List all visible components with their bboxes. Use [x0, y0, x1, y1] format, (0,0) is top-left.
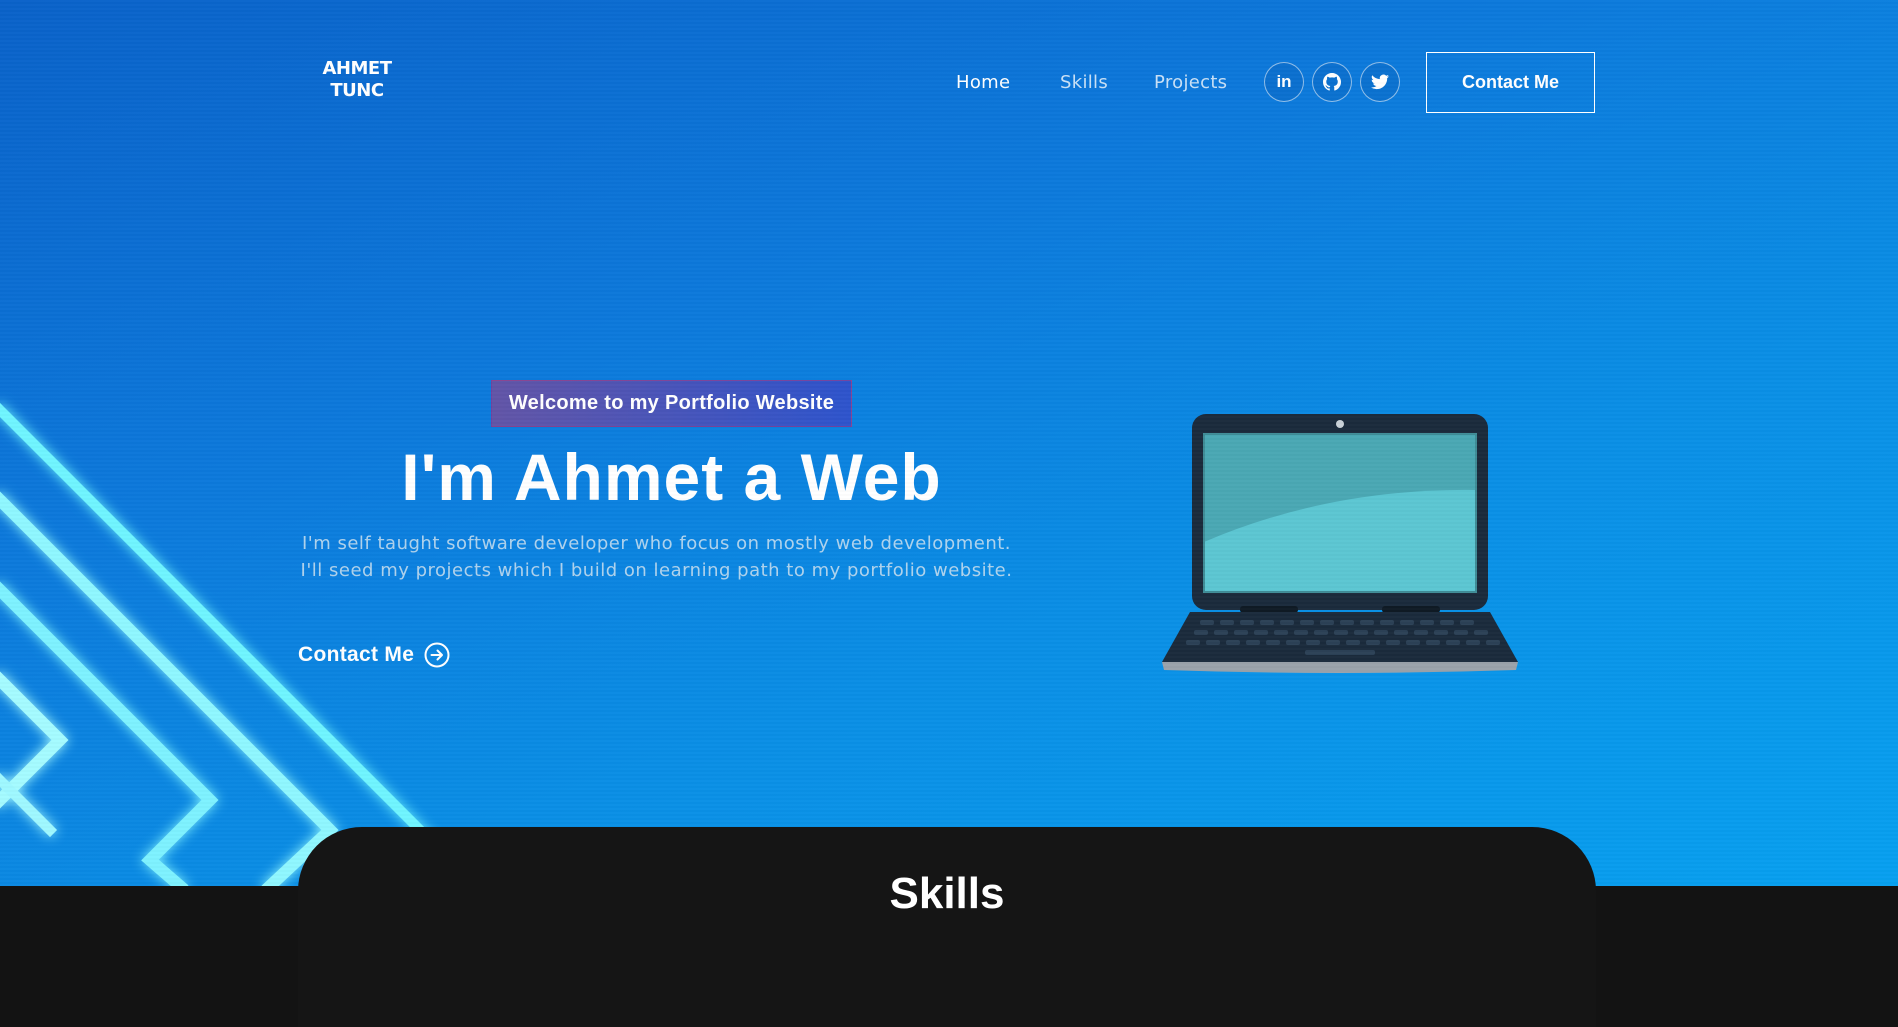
github-link[interactable] — [1312, 62, 1352, 102]
brand-logo-line1: AHMET — [322, 58, 392, 79]
nav-item-home[interactable]: Home — [956, 72, 1010, 93]
skills-title: Skills — [889, 869, 1005, 918]
nav-item-skills[interactable]: Skills — [1060, 72, 1108, 93]
twitter-link[interactable] — [1360, 62, 1400, 102]
hero-section: AHMET TUNC Home Skills Projects in Conta… — [0, 0, 1898, 886]
hero-contact-button[interactable]: Contact Me — [298, 642, 450, 668]
linkedin-link[interactable]: in — [1264, 62, 1304, 102]
contact-me-button[interactable]: Contact Me — [1426, 52, 1595, 113]
arrow-right-circle-icon — [424, 642, 450, 668]
twitter-icon — [1371, 74, 1389, 90]
skills-section: Skills — [298, 827, 1596, 1027]
brand-logo[interactable]: AHMET TUNC — [322, 58, 392, 102]
brand-logo-line2: TUNC — [330, 80, 384, 101]
welcome-tagline: Welcome to my Portfolio Website — [491, 380, 852, 427]
hero-headline: I'm Ahmet a Web — [401, 440, 942, 514]
hero-contact-label: Contact Me — [298, 643, 415, 666]
laptop-illustration — [1162, 414, 1518, 673]
hero-description: I'm self taught software developer who f… — [300, 533, 1013, 581]
github-icon — [1323, 73, 1341, 91]
linkedin-icon: in — [1276, 72, 1292, 91]
nav-item-projects[interactable]: Projects — [1154, 72, 1227, 93]
